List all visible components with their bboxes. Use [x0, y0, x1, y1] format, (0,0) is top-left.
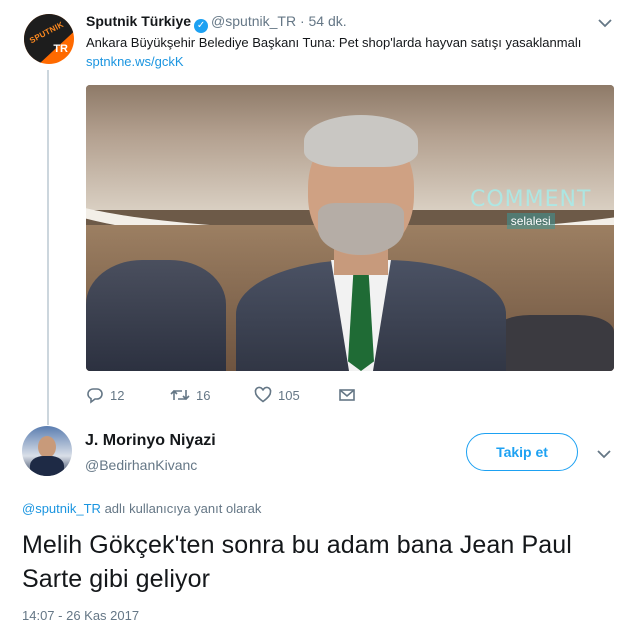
envelope-icon [339, 389, 355, 401]
follow-button[interactable]: Takip et [466, 433, 578, 471]
heart-icon [254, 386, 272, 403]
parent-author-name[interactable]: Sputnik Türkiye [86, 13, 191, 29]
chevron-down-icon[interactable] [598, 18, 612, 28]
header-separator: · [299, 13, 305, 29]
like-count: 105 [278, 388, 300, 403]
reply-author-name[interactable]: J. Morinyo Niyazi [85, 432, 216, 450]
reply-tweet-text: Melih Gökçek'ten sonra bu adam bana Jean… [22, 531, 572, 593]
like-button[interactable]: 105 [254, 386, 300, 406]
retweet-count: 16 [196, 388, 211, 403]
reply-mention-link[interactable]: @sputnik_TR [22, 501, 101, 516]
verified-badge-icon: ✓ [194, 19, 209, 33]
sputnik-avatar[interactable]: SPUTNIK TR [24, 14, 74, 64]
chevron-down-icon[interactable] [597, 449, 611, 459]
reply-context-label: adlı kullanıcıya yanıt olarak [100, 501, 262, 516]
avatar-body [30, 456, 64, 476]
direct-message-button[interactable] [338, 386, 362, 406]
photo-background-people-left [86, 260, 226, 371]
watermark-title: COMMENT [470, 187, 592, 212]
photo-hair [304, 115, 418, 167]
parent-tweet-time[interactable]: 54 dk. [309, 13, 347, 29]
parent-tweet-header: Sputnik Türkiye ✓ @sputnik_TR · 54 dk. [86, 13, 347, 33]
avatar-face [38, 436, 56, 458]
tweet-media-photo[interactable]: COMMENT selalesi [86, 85, 614, 371]
retweet-icon [170, 389, 190, 401]
thread-connector-line [47, 70, 49, 425]
reply-author-avatar[interactable] [22, 426, 72, 476]
parent-tweet-body: Ankara Büyükşehir Belediye Başkanı Tuna:… [86, 35, 582, 50]
parent-tweet-text: Ankara Büyükşehir Belediye Başkanı Tuna:… [86, 33, 586, 71]
watermark-subtitle: selalesi [506, 213, 555, 229]
reply-count: 12 [110, 388, 125, 403]
retweet-button[interactable]: 16 [170, 386, 210, 406]
photo-beard [318, 203, 404, 255]
parent-tweet-link[interactable]: sptnkne.ws/gckK [86, 54, 184, 69]
reply-author-handle[interactable]: @BedirhanKivanc [85, 457, 197, 473]
reply-timestamp[interactable]: 14:07 - 26 Kas 2017 [22, 608, 139, 623]
photo-background-people-right [494, 315, 614, 371]
photo-watermark: COMMENT selalesi [470, 188, 591, 230]
avatar-badge-text: TR [53, 43, 68, 55]
reply-button[interactable]: 12 [86, 386, 124, 406]
reply-icon [87, 388, 103, 404]
parent-author-handle[interactable]: @sputnik_TR [211, 13, 296, 29]
reply-context: @sputnik_TR adlı kullanıcıya yanıt olara… [22, 501, 261, 516]
